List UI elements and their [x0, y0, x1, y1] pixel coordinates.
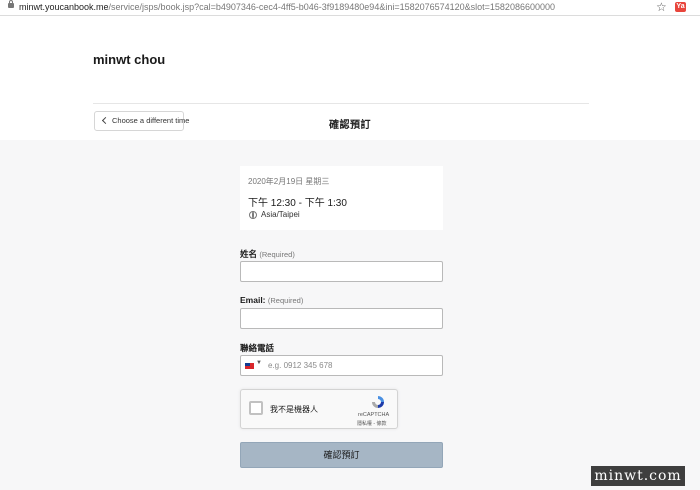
name-label-text: 姓名 — [240, 249, 258, 259]
name-required: (Required) — [259, 250, 295, 259]
globe-icon — [249, 211, 257, 219]
lock-icon — [8, 0, 14, 8]
recaptcha-brand: reCAPTCHA — [358, 412, 390, 418]
name-input[interactable] — [240, 261, 443, 282]
phone-input[interactable]: ▼ e.g. 0912 345 678 — [240, 355, 443, 376]
booking-summary-card: 2020年2月19日 星期三 下午 12:30 - 下午 1:30 Asia/T… — [240, 166, 443, 230]
phone-label: 聯絡電話 — [240, 343, 275, 353]
recaptcha-widget: 我不是機器人 reCAPTCHA 隱私權 - 條款 — [240, 389, 398, 429]
booking-timezone: Asia/Taipei — [261, 210, 300, 219]
booking-date: 2020年2月19日 星期三 — [248, 177, 330, 186]
phone-placeholder: e.g. 0912 345 678 — [268, 361, 333, 370]
recaptcha-checkbox[interactable] — [249, 401, 263, 415]
confirm-booking-button[interactable]: 確認預訂 — [240, 442, 443, 468]
extension-icon[interactable]: Ya — [675, 2, 686, 12]
page-header: minwt chou Choose a different time 確認預訂 — [0, 16, 700, 140]
email-label: Email: (Required) — [240, 295, 303, 305]
chevron-down-icon[interactable]: ▼ — [256, 360, 262, 366]
url-path: /service/jsps/book.jsp?cal=b4907346-cec4… — [108, 2, 555, 12]
recaptcha-logo-icon — [372, 396, 384, 408]
email-label-text: Email: — [240, 295, 266, 305]
name-label: 姓名 (Required) — [240, 248, 295, 260]
email-input[interactable] — [240, 308, 443, 329]
address-bar[interactable]: minwt.youcanbook.me/service/jsps/book.js… — [0, 0, 700, 16]
recaptcha-terms[interactable]: 隱私權 - 條款 — [357, 420, 386, 427]
business-name: minwt chou — [93, 52, 166, 67]
watermark: minwt.com — [591, 466, 685, 486]
url-host: minwt.youcanbook.me — [19, 2, 109, 12]
booking-time: 下午 12:30 - 下午 1:30 — [248, 198, 347, 209]
header-divider — [93, 103, 589, 104]
taiwan-flag-icon[interactable] — [245, 363, 254, 369]
page-title: 確認預訂 — [329, 120, 371, 131]
url-text[interactable]: minwt.youcanbook.me/service/jsps/book.js… — [19, 1, 555, 13]
recaptcha-label: 我不是機器人 — [270, 405, 318, 414]
star-icon[interactable]: ☆ — [656, 0, 667, 14]
email-required: (Required) — [267, 296, 304, 305]
